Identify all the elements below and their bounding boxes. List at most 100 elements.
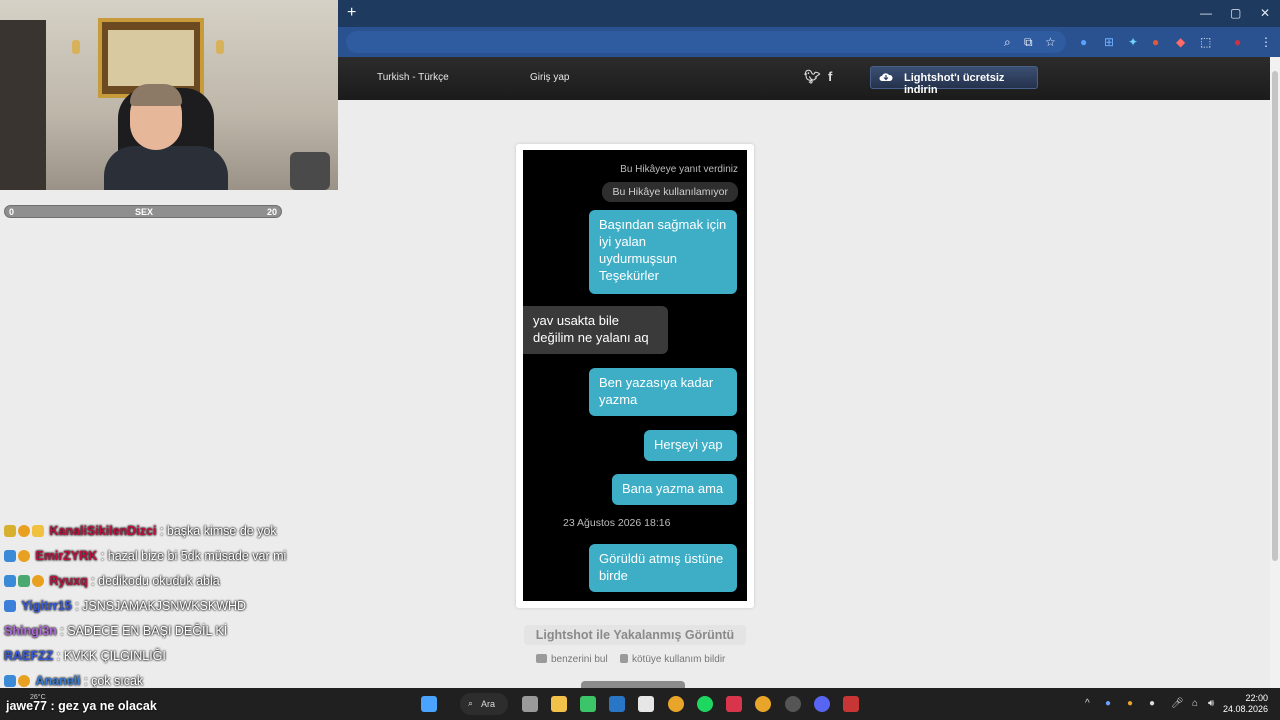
maximize-button[interactable]: ▢ [1230,6,1241,20]
badge-icon [4,525,16,537]
chat-text: : çok sıcak [84,674,144,688]
chat-text: : başka kimse de yok [159,524,277,538]
download-button-label: Lightshot'ı ücretsiz indirin [904,72,1005,96]
bookmark-star-icon[interactable]: ☆ [1045,35,1056,49]
story-reply-hint: Bu Hikâyeye yanıt verdiniz [620,164,738,175]
app-a-icon[interactable] [638,696,654,712]
taskbar-search[interactable]: ⌕ Ara [460,693,508,715]
install-icon[interactable]: ⧉ [1024,35,1033,50]
zoom-icon[interactable]: ⌕ [1004,35,1011,50]
scrollbar-thumb[interactable] [1272,71,1278,561]
streamer-hair [130,84,182,106]
chat-username: KanaliSikilenDizci [49,524,157,538]
start-windows-icon[interactable] [421,696,437,712]
message-timestamp: 23 Ağustos 2026 18:16 [563,517,671,529]
search-label: Ara [481,699,496,709]
steam-icon[interactable] [609,696,625,712]
page-scrollbar[interactable] [1270,57,1280,688]
search-icon: ⌕ [468,698,474,708]
checkmark-app-icon[interactable] [580,696,596,712]
extension-icon[interactable]: ✦ [1128,35,1138,49]
chat-text: : hazal bize bi 5dk müsade var mi [100,549,287,563]
discord-icon[interactable] [814,696,830,712]
badge-icon [18,550,30,562]
task-view-icon[interactable] [522,696,538,712]
bookshelf [0,20,46,190]
stream-highlight-message: jawe77 : gez ya ne olacak [6,699,157,713]
wall-lamp [216,40,224,54]
badge-icon [4,675,16,687]
chat-message: Shingi3n : SADECE EN BAŞI DEĞİL Kİ [4,624,227,641]
instagram-dm-screenshot: Bu Hikâyeye yanıt verdiniz Bu Hikâye kul… [523,150,747,601]
find-similar-link[interactable]: benzerini bul [536,654,608,665]
download-lightshot-button[interactable]: Lightshot'ı ücretsiz indirin [870,66,1038,96]
captured-with-lightshot-label: Lightshot ile Yakalanmış Görüntü [524,625,746,645]
webcam-overlay [0,0,338,190]
discord-tray-icon[interactable]: ● [1149,698,1155,709]
chat-username: EmirZYRK [35,549,98,563]
x-app-icon[interactable] [726,696,742,712]
chat-message: KanaliSikilenDizci : başka kimse de yok [4,524,277,541]
volume-icon[interactable]: 🔊︎ [1208,698,1214,709]
chat-message: Yigitrr15 : JSNSJAMAKJSNWKSKWHD [4,599,246,616]
chat-username: RAEFZZ [4,649,54,663]
address-bar[interactable] [346,31,1066,53]
extension-icon[interactable]: ● [1080,35,1087,49]
microphone-icon[interactable]: 🎤︎ [1171,698,1184,709]
chat-text: : JSNSJAMAKJSNWKSKWHD [75,599,247,613]
browser-tab-bar: + — ▢ ✕ [338,0,1280,27]
trash-icon [620,654,628,663]
streamer-body [104,146,228,190]
camera-icon [536,654,547,663]
badge-icon [18,525,30,537]
profile-avatar-icon[interactable]: ● [1234,35,1241,49]
chat-text: : SADECE EN BAŞI DEĞİL Kİ [60,624,228,638]
message-bubble-sent: Başından sağmak için iyi yalan uydurmuşs… [589,210,737,294]
extension-icon[interactable]: ● [1152,35,1159,49]
badge-icon [32,525,44,537]
system-clock[interactable]: 22:00 24.08.2026 [1223,693,1268,715]
translate-icon[interactable]: ⊞ [1104,35,1114,49]
facebook-icon[interactable]: f [828,69,832,84]
goal-progress-bar: 0 SEX 20 [4,205,282,218]
close-button[interactable]: ✕ [1260,6,1270,20]
obs-icon[interactable] [785,696,801,712]
menu-icon[interactable]: ⋮ [1260,35,1272,49]
message-bubble-sent: Görüldü atmış üstüne birde [589,544,737,592]
network-icon[interactable]: ⌂ [1192,698,1198,709]
goal-end: 20 [266,207,277,217]
clock-date: 24.08.2026 [1222,704,1268,714]
login-link[interactable]: Giriş yap [530,72,569,83]
file-explorer-icon[interactable] [551,696,567,712]
lightshot-header: Turkish - Türkçe ⌄ Giriş yap 🐦︎ f Lights… [338,57,1270,100]
chat-username: Shingi3n [4,624,57,638]
extensions-puzzle-icon[interactable]: ⬚ [1200,35,1211,49]
chat-message: Ryuxq : dedikodu okuduk abla [4,574,220,591]
twitter-icon[interactable]: 🐦︎ [804,69,821,85]
screenshot-image-card[interactable]: Bu Hikâyeye yanıt verdiniz Bu Hikâye kul… [516,144,754,608]
message-bubble-sent: Bana yazma ama [612,474,737,505]
chrome-active-icon[interactable] [755,696,771,712]
goal-label: SEX [135,207,154,217]
chat-username: Yigitrr15 [21,599,72,613]
new-tab-button[interactable]: + [347,4,356,22]
spotify-icon[interactable] [697,696,713,712]
language-dropdown-arrow[interactable]: ⌄ [442,72,450,83]
report-abuse-link[interactable]: kötüye kullanım bildir [620,654,725,665]
tray-expand-icon[interactable]: ^ [1085,698,1090,709]
extension-icon[interactable]: ◆ [1176,35,1185,49]
goal-start: 0 [9,207,15,217]
story-unavailable-bubble: Bu Hikâye kullanılamıyor [602,182,738,202]
chat-message: RAEFZZ : KVKK ÇILGINLIĞI [4,649,166,666]
steam-tray-icon[interactable]: ● [1105,698,1111,709]
minimize-button[interactable]: — [1200,6,1212,20]
chat-message: EmirZYRK : hazal bize bi 5dk müsade var … [4,549,286,566]
badge-icon [18,575,30,587]
clock-time: 22:00 [1245,693,1268,703]
chrome-icon[interactable] [668,696,684,712]
shield-app-icon[interactable] [843,696,859,712]
wall-lamp [72,40,80,54]
cloud-download-icon [879,73,893,81]
language-selector[interactable]: Turkish - Türkçe [377,72,449,83]
chrome-tray-icon[interactable]: ● [1127,698,1133,709]
